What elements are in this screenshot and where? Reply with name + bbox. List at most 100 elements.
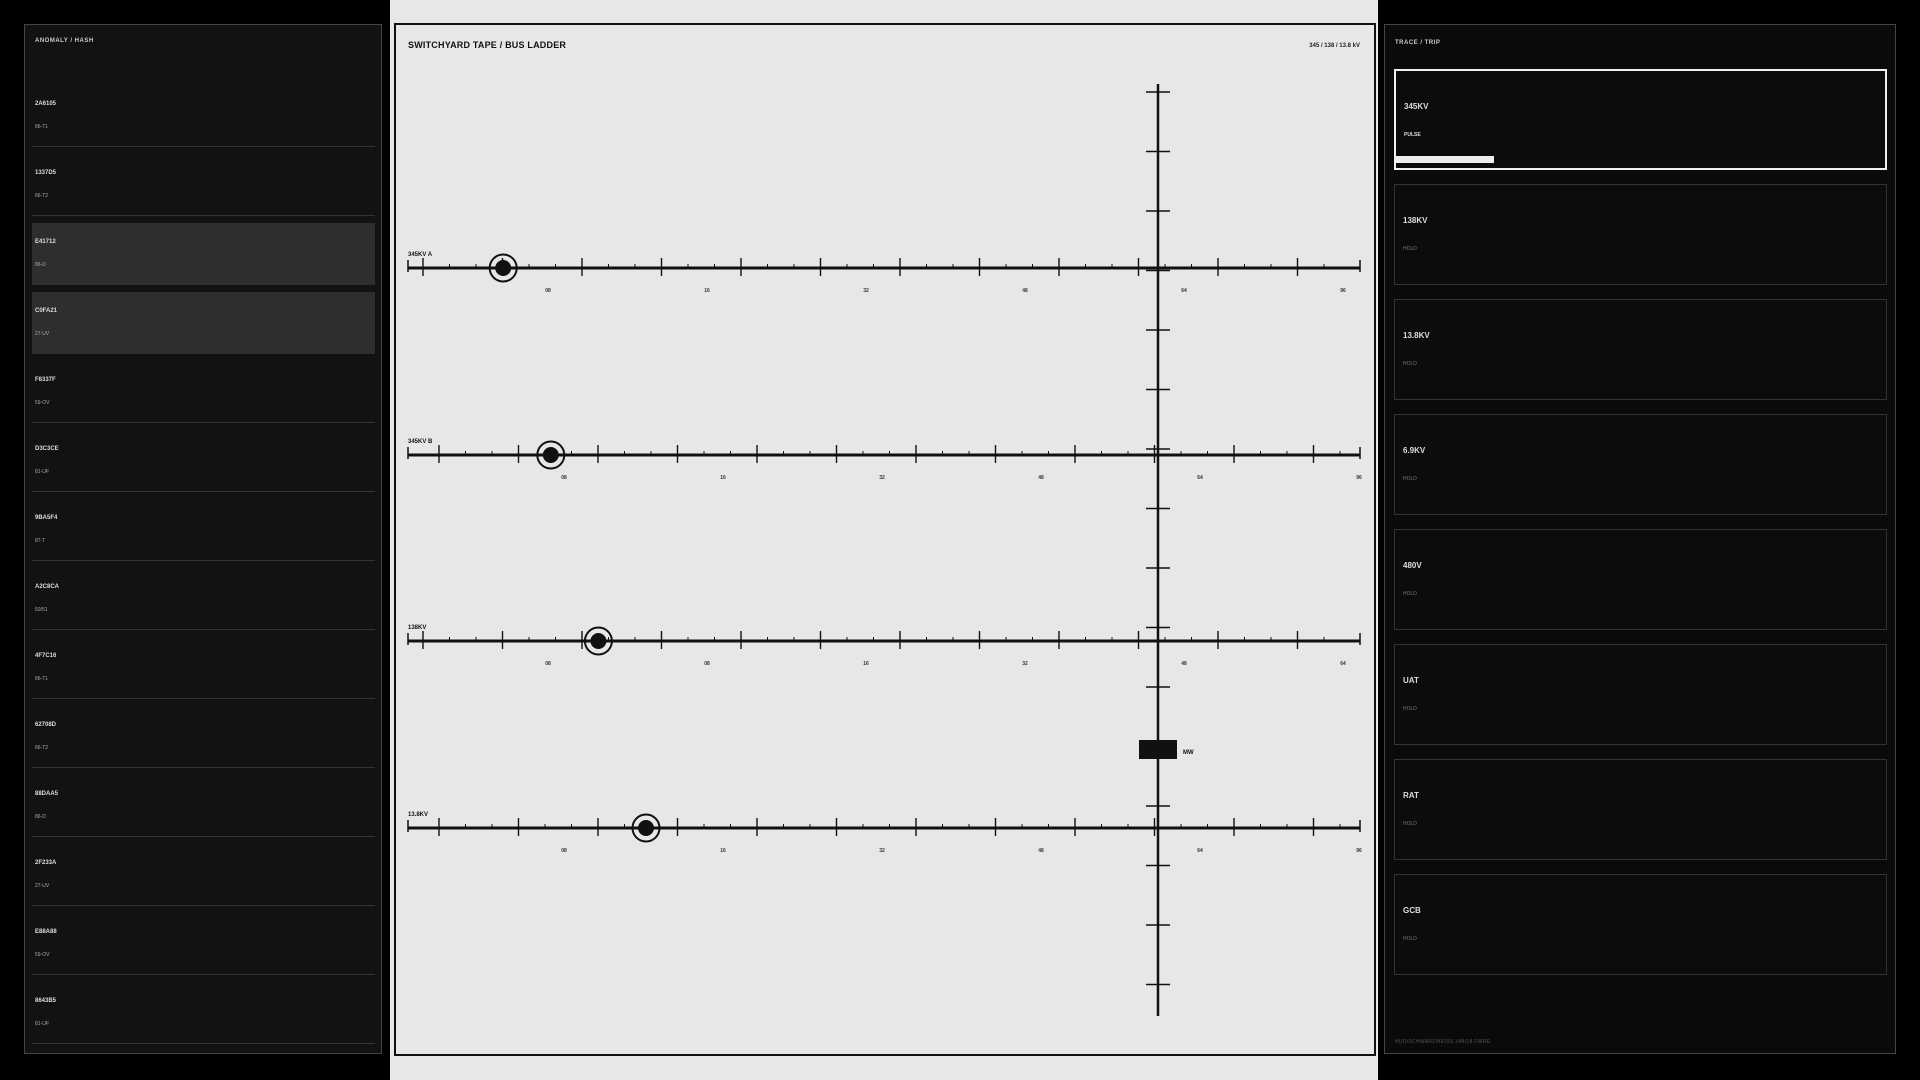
bus-tick-label: 96 bbox=[1356, 475, 1362, 481]
trip-card[interactable]: 6.9KV HOLD bbox=[1394, 414, 1887, 515]
anomaly-row[interactable]: E41712 86-D bbox=[32, 223, 375, 285]
trip-card[interactable]: 13.8KV HOLD bbox=[1394, 299, 1887, 400]
bus-tick-label: 16 bbox=[863, 661, 869, 667]
bus-tick-label: 48 bbox=[1038, 475, 1044, 481]
anomaly-code: 27-UV bbox=[35, 883, 50, 889]
bus-tick-label: 32 bbox=[863, 288, 869, 294]
trip-card-state: HOLD bbox=[1403, 476, 1417, 482]
trip-card[interactable]: 345KV PULSE bbox=[1394, 69, 1887, 170]
trip-card-name: GCB bbox=[1403, 906, 1421, 915]
bus-ladder-diagram: MW 345KV A 08 16 32 48 64 96 345KV B 08 16 32 48 64 96… bbox=[407, 84, 1362, 1016]
anomaly-hash: D3C3CE bbox=[35, 446, 59, 452]
bus-tick-label: 32 bbox=[879, 848, 885, 854]
anomaly-row[interactable]: 2F233A 27-UV bbox=[32, 844, 375, 906]
anomaly-code: 86-T2 bbox=[35, 193, 49, 199]
anomaly-row[interactable]: 88DAA5 86-D bbox=[32, 775, 375, 837]
trip-card[interactable]: UAT HOLD bbox=[1394, 644, 1887, 745]
anomaly-hash: 2F233A bbox=[35, 860, 57, 866]
trip-card[interactable]: GCB HOLD bbox=[1394, 874, 1887, 975]
anomaly-row[interactable]: C0FA21 27-UV bbox=[32, 292, 375, 354]
anomaly-hash: E41712 bbox=[35, 239, 56, 245]
trip-card-state: HOLD bbox=[1403, 246, 1417, 252]
anomaly-code: 86-D bbox=[35, 262, 46, 268]
anomaly-hash: A2C8CA bbox=[35, 584, 60, 590]
trip-card-name: 138KV bbox=[1403, 216, 1428, 225]
anomaly-row[interactable]: 4F7C16 86-T1 bbox=[32, 637, 375, 699]
anomaly-hash: 2A6105 bbox=[35, 101, 57, 107]
bus-tick-label: 48 bbox=[1022, 288, 1028, 294]
trip-card-name: 13.8KV bbox=[1403, 331, 1430, 340]
anomaly-code: 81-UF bbox=[35, 469, 49, 475]
trip-card[interactable]: RAT HOLD bbox=[1394, 759, 1887, 860]
bus-tick-label: 64 bbox=[1181, 288, 1187, 294]
anomaly-row[interactable]: 62708D 86-T2 bbox=[32, 706, 375, 768]
bus-tick-label: 08 bbox=[704, 661, 710, 667]
bus-tick-label: 16 bbox=[704, 288, 710, 294]
bus-label: 345KV A bbox=[408, 252, 433, 258]
trip-card-state: HOLD bbox=[1403, 821, 1417, 827]
bus-tick-label: 16 bbox=[720, 475, 726, 481]
anomaly-code: 59-OV bbox=[35, 400, 50, 406]
trip-card-state: HOLD bbox=[1403, 936, 1417, 942]
trip-level-bar bbox=[1396, 156, 1494, 163]
anomaly-hash: 88DAA5 bbox=[35, 791, 59, 797]
anomaly-row[interactable]: 8643B5 81-UF bbox=[32, 982, 375, 1044]
bus-tick-label: 64 bbox=[1340, 661, 1346, 667]
panel-footer: HUD/SCHWARZWEISS 14B/18 FIBRE bbox=[1395, 1039, 1491, 1045]
anomaly-code: 27-UV bbox=[35, 331, 50, 337]
trip-card-state: PULSE bbox=[1404, 132, 1421, 138]
anomaly-row[interactable]: A2C8CA 50/51 bbox=[32, 568, 375, 630]
bus-tick-label: 64 bbox=[1197, 475, 1203, 481]
bus-tick-label: 32 bbox=[1022, 661, 1028, 667]
trip-card-state: HOLD bbox=[1403, 361, 1417, 367]
anomaly-row[interactable]: E88A88 59-OV bbox=[32, 913, 375, 975]
anomaly-hash: E88A88 bbox=[35, 929, 57, 935]
trace-panel: TRACE / TRIP 345KV PULSE 138KV HOLD 13.8KV HO… bbox=[1384, 24, 1896, 1054]
anomaly-hash: 1337D5 bbox=[35, 170, 57, 176]
anomaly-hash: 4F7C16 bbox=[35, 653, 57, 659]
trip-card[interactable]: 138KV HOLD bbox=[1394, 184, 1887, 285]
anomaly-row[interactable]: F8337F 59-OV bbox=[32, 361, 375, 423]
bus-tick-label: 08 bbox=[545, 288, 551, 294]
bus-marker-dot bbox=[495, 260, 512, 276]
trip-card[interactable]: 480V HOLD bbox=[1394, 529, 1887, 630]
anomaly-row[interactable]: 1337D5 86-T2 bbox=[32, 154, 375, 216]
bus-marker-dot bbox=[542, 447, 559, 463]
anomaly-code: 59-OV bbox=[35, 952, 50, 958]
anomaly-hash: F8337F bbox=[35, 377, 56, 383]
anomaly-hash: 8643B5 bbox=[35, 998, 57, 1004]
bus-tick-label: 32 bbox=[879, 475, 885, 481]
mw-block bbox=[1139, 740, 1177, 759]
anomaly-hash: 9BA5F4 bbox=[35, 515, 58, 521]
trip-card-name: RAT bbox=[1403, 791, 1419, 800]
bus-tick-label: 96 bbox=[1356, 848, 1362, 854]
bus-label: 345KV B bbox=[408, 439, 433, 445]
anomaly-code: 81-UF bbox=[35, 1021, 49, 1027]
anomaly-code: 86-T1 bbox=[35, 676, 49, 682]
bus-marker-dot bbox=[590, 633, 607, 649]
anomaly-code: 87-T bbox=[35, 538, 46, 544]
bus-tick-label: 96 bbox=[1340, 288, 1346, 294]
anomaly-panel-header: ANOMALY / HASH bbox=[35, 38, 94, 44]
anomaly-code: 86-T2 bbox=[35, 745, 49, 751]
trip-card-name: 345KV bbox=[1404, 102, 1429, 111]
anomaly-row[interactable]: 9BA5F4 87-T bbox=[32, 499, 375, 561]
anomaly-row[interactable]: 2A6105 86-T1 bbox=[32, 85, 375, 147]
trip-card-name: UAT bbox=[1403, 676, 1419, 685]
bus-label: 13.8KV bbox=[408, 812, 428, 818]
bus-tick-label: 48 bbox=[1181, 661, 1187, 667]
bus-marker-dot bbox=[638, 820, 654, 836]
bus-label: 138KV bbox=[408, 625, 426, 631]
bus-tick-label: 64 bbox=[1197, 848, 1203, 854]
trip-card-name: 6.9KV bbox=[1403, 446, 1426, 455]
trip-card-name: 480V bbox=[1403, 561, 1422, 570]
bus-tick-label: 08 bbox=[545, 661, 551, 667]
trip-card-state: HOLD bbox=[1403, 706, 1417, 712]
bus-tick-label: 08 bbox=[561, 848, 567, 854]
anomaly-row[interactable]: D3C3CE 81-UF bbox=[32, 430, 375, 492]
anomaly-code: 86-D bbox=[35, 814, 46, 820]
anomaly-hash: C0FA21 bbox=[35, 308, 58, 314]
anomaly-code: 50/51 bbox=[35, 607, 48, 613]
bus-tick-label: 16 bbox=[720, 848, 726, 854]
anomaly-panel: ANOMALY / HASH 2A6105 86-T1 1337D5 86-T2 E41… bbox=[24, 24, 382, 1054]
